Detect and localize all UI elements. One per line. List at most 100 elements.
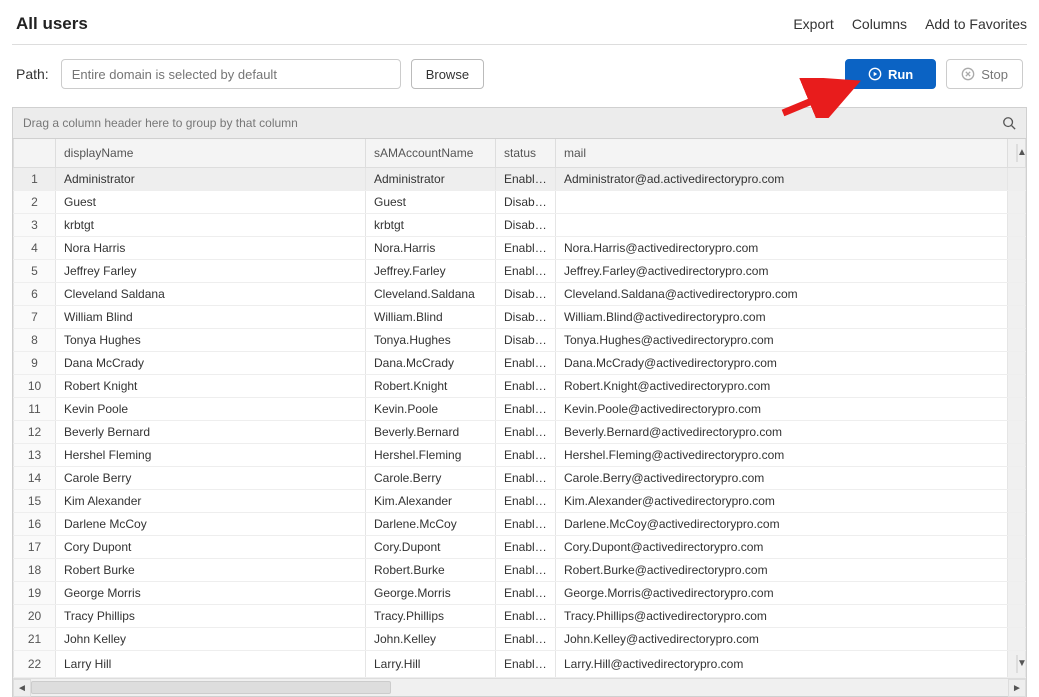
cell-mail: Carole.Berry@activedirectorypro.com xyxy=(556,467,1008,490)
group-by-bar[interactable]: Drag a column header here to group by th… xyxy=(13,108,1026,139)
column-header-sam[interactable]: sAMAccountName xyxy=(366,139,496,168)
vscroll-track[interactable] xyxy=(1008,513,1026,536)
column-header-mail[interactable]: mail xyxy=(556,139,1008,168)
vscroll-track[interactable] xyxy=(1008,467,1026,490)
column-header-displayname[interactable]: displayName xyxy=(56,139,366,168)
cell-displayname: Darlene McCoy xyxy=(56,513,366,536)
horizontal-scrollbar[interactable]: ◄ ► xyxy=(13,678,1026,696)
table-row[interactable]: 5Jeffrey FarleyJeffrey.FarleyEnabledJeff… xyxy=(14,260,1026,283)
table-row[interactable]: 21John KelleyJohn.KelleyEnabledJohn.Kell… xyxy=(14,628,1026,651)
vscroll-track[interactable] xyxy=(1008,421,1026,444)
cell-sam: Jeffrey.Farley xyxy=(366,260,496,283)
table-row[interactable]: 22Larry HillLarry.HillEnabledLarry.Hill@… xyxy=(14,651,1026,678)
table-row[interactable]: 20Tracy PhillipsTracy.PhillipsEnabledTra… xyxy=(14,605,1026,628)
table-row[interactable]: 15Kim AlexanderKim.AlexanderEnabledKim.A… xyxy=(14,490,1026,513)
vscroll-track[interactable] xyxy=(1008,191,1026,214)
table-row[interactable]: 7William BlindWilliam.BlindDisabledWilli… xyxy=(14,306,1026,329)
cell-mail xyxy=(556,214,1008,237)
table-row[interactable]: 11Kevin PooleKevin.PooleEnabledKevin.Poo… xyxy=(14,398,1026,421)
cell-sam: Tracy.Phillips xyxy=(366,605,496,628)
cell-status: Enabled xyxy=(496,605,556,628)
row-number: 1 xyxy=(14,168,56,191)
cell-sam: Guest xyxy=(366,191,496,214)
vscroll-track[interactable] xyxy=(1008,536,1026,559)
cell-mail: Tonya.Hughes@activedirectorypro.com xyxy=(556,329,1008,352)
vscroll-track[interactable] xyxy=(1008,260,1026,283)
cell-sam: Beverly.Bernard xyxy=(366,421,496,444)
hscroll-thumb[interactable] xyxy=(31,681,391,694)
cell-sam: Kevin.Poole xyxy=(366,398,496,421)
table-row[interactable]: 3krbtgtkrbtgtDisabled xyxy=(14,214,1026,237)
table-row[interactable]: 6Cleveland SaldanaCleveland.SaldanaDisab… xyxy=(14,283,1026,306)
vscroll-track[interactable] xyxy=(1008,444,1026,467)
vscroll-down[interactable]: ▼ xyxy=(1008,651,1026,678)
cell-sam: Darlene.McCoy xyxy=(366,513,496,536)
cell-mail: John.Kelley@activedirectorypro.com xyxy=(556,628,1008,651)
table-row[interactable]: 2GuestGuestDisabled xyxy=(14,191,1026,214)
vscroll-track[interactable] xyxy=(1008,628,1026,651)
vscroll-up[interactable]: ▲ xyxy=(1008,139,1026,168)
cell-sam: Tonya.Hughes xyxy=(366,329,496,352)
table-row[interactable]: 18Robert BurkeRobert.BurkeEnabledRobert.… xyxy=(14,559,1026,582)
cell-mail: William.Blind@activedirectorypro.com xyxy=(556,306,1008,329)
vscroll-track[interactable] xyxy=(1008,306,1026,329)
columns-link[interactable]: Columns xyxy=(852,16,907,32)
cell-status: Enabled xyxy=(496,582,556,605)
table-row[interactable]: 13Hershel FlemingHershel.FlemingEnabledH… xyxy=(14,444,1026,467)
path-input[interactable] xyxy=(61,59,401,89)
vscroll-track[interactable] xyxy=(1008,375,1026,398)
table-row[interactable]: 16Darlene McCoyDarlene.McCoyEnabledDarle… xyxy=(14,513,1026,536)
vscroll-track[interactable] xyxy=(1008,605,1026,628)
table-row[interactable]: 1AdministratorAdministratorEnabledAdmini… xyxy=(14,168,1026,191)
row-number: 21 xyxy=(14,628,56,651)
vscroll-track[interactable] xyxy=(1008,559,1026,582)
vscroll-track[interactable] xyxy=(1008,352,1026,375)
vscroll-track[interactable] xyxy=(1008,283,1026,306)
cell-displayname: Nora Harris xyxy=(56,237,366,260)
cell-displayname: Cleveland Saldana xyxy=(56,283,366,306)
column-header-rownum[interactable] xyxy=(14,139,56,168)
cell-sam: Cleveland.Saldana xyxy=(366,283,496,306)
vscroll-track[interactable] xyxy=(1008,490,1026,513)
vscroll-track[interactable] xyxy=(1008,329,1026,352)
table-row[interactable]: 17Cory DupontCory.DupontEnabledCory.Dupo… xyxy=(14,536,1026,559)
play-circle-icon xyxy=(868,67,882,81)
cell-sam: Dana.McCrady xyxy=(366,352,496,375)
table-row[interactable]: 4Nora HarrisNora.HarrisEnabledNora.Harri… xyxy=(14,237,1026,260)
vscroll-track[interactable] xyxy=(1008,168,1026,191)
table-row[interactable]: 19George MorrisGeorge.MorrisEnabledGeorg… xyxy=(14,582,1026,605)
column-header-status[interactable]: status xyxy=(496,139,556,168)
favorites-link[interactable]: Add to Favorites xyxy=(925,16,1027,32)
path-toolbar: Path: Browse Run Stop xyxy=(12,45,1027,107)
table-row[interactable]: 12Beverly BernardBeverly.BernardEnabledB… xyxy=(14,421,1026,444)
cell-status: Enabled xyxy=(496,237,556,260)
cell-status: Enabled xyxy=(496,168,556,191)
cell-displayname: Tonya Hughes xyxy=(56,329,366,352)
cell-sam: Cory.Dupont xyxy=(366,536,496,559)
browse-button[interactable]: Browse xyxy=(411,59,484,89)
run-button[interactable]: Run xyxy=(845,59,936,89)
cell-mail: Darlene.McCoy@activedirectorypro.com xyxy=(556,513,1008,536)
cell-status: Disabled xyxy=(496,214,556,237)
vscroll-track[interactable] xyxy=(1008,237,1026,260)
cell-sam: Larry.Hill xyxy=(366,651,496,678)
hscroll-left-arrow[interactable]: ◄ xyxy=(13,679,31,697)
search-icon[interactable] xyxy=(1002,116,1016,130)
vscroll-track[interactable] xyxy=(1008,582,1026,605)
table-row[interactable]: 9Dana McCradyDana.McCradyEnabledDana.McC… xyxy=(14,352,1026,375)
hscroll-right-arrow[interactable]: ► xyxy=(1008,679,1026,697)
export-link[interactable]: Export xyxy=(793,16,833,32)
cell-displayname: John Kelley xyxy=(56,628,366,651)
cell-mail: Larry.Hill@activedirectorypro.com xyxy=(556,651,1008,678)
row-number: 7 xyxy=(14,306,56,329)
table-row[interactable]: 8Tonya HughesTonya.HughesDisabledTonya.H… xyxy=(14,329,1026,352)
row-number: 16 xyxy=(14,513,56,536)
vscroll-track[interactable] xyxy=(1008,214,1026,237)
cell-displayname: Beverly Bernard xyxy=(56,421,366,444)
table-row[interactable]: 14Carole BerryCarole.BerryEnabledCarole.… xyxy=(14,467,1026,490)
stop-button[interactable]: Stop xyxy=(946,59,1023,89)
cell-displayname: Jeffrey Farley xyxy=(56,260,366,283)
vscroll-track[interactable] xyxy=(1008,398,1026,421)
table-row[interactable]: 10Robert KnightRobert.KnightEnabledRober… xyxy=(14,375,1026,398)
cell-status: Enabled xyxy=(496,421,556,444)
